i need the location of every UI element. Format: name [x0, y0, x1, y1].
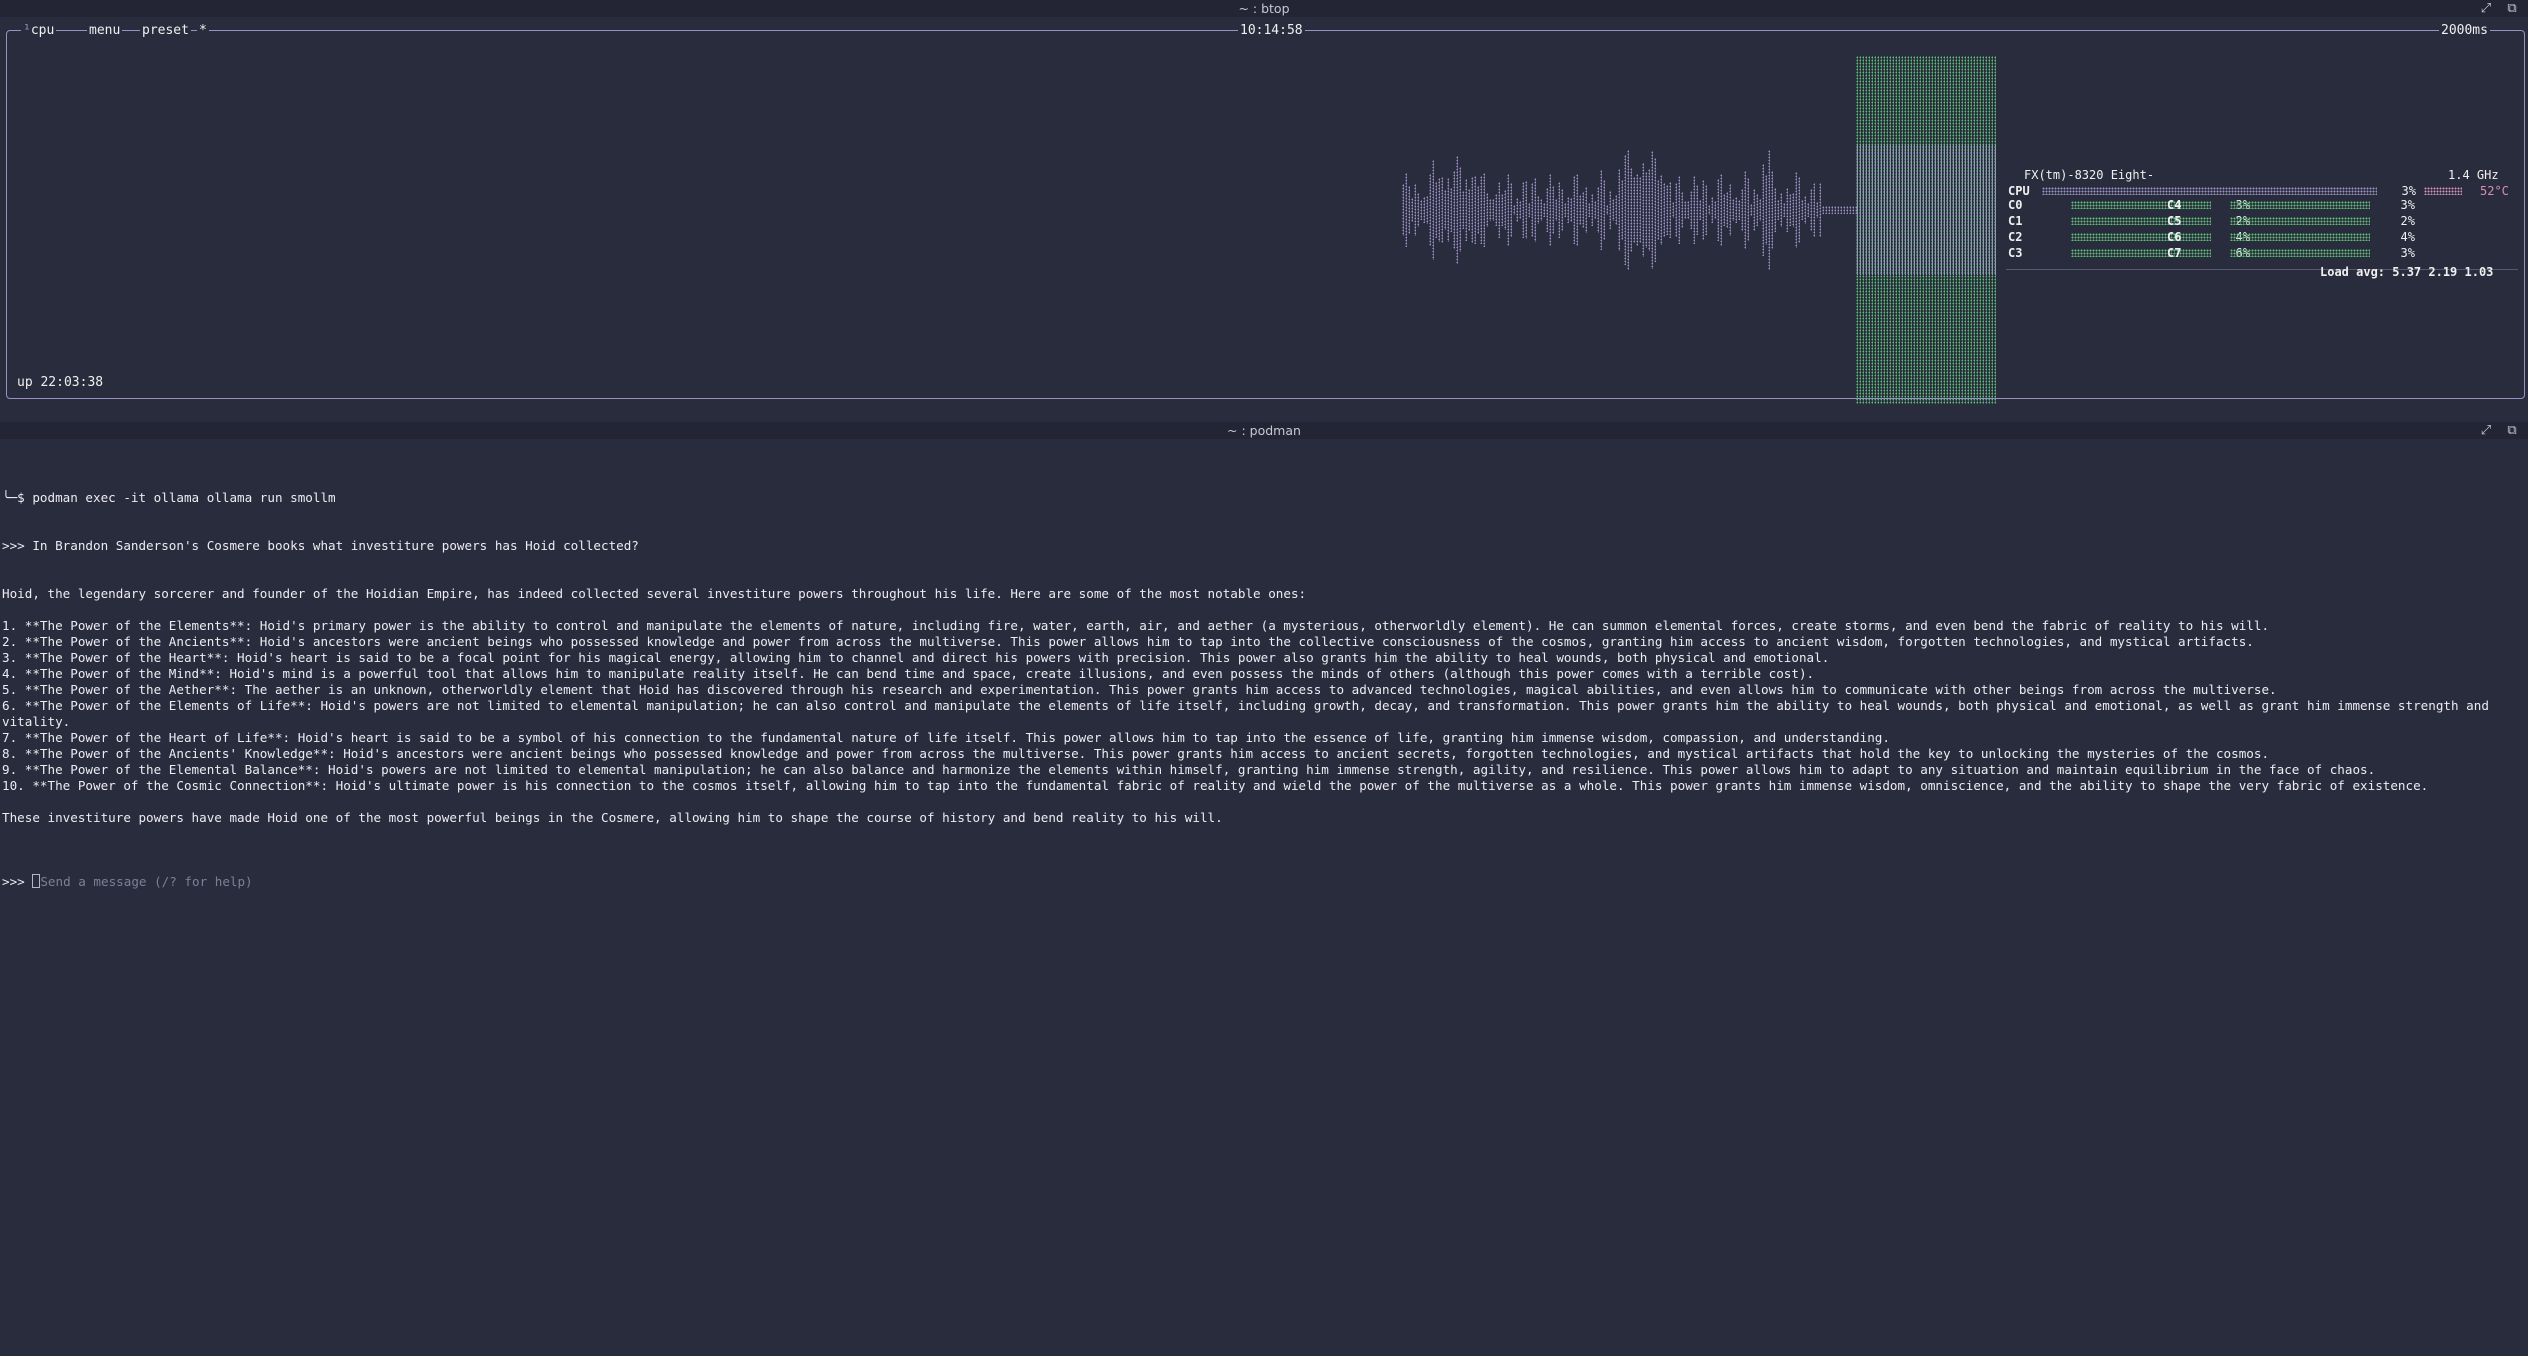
cpu-total-label: CPU [2008, 184, 2030, 198]
temp-meter [2424, 187, 2462, 195]
response-line [2, 602, 2522, 618]
core-meter [2230, 217, 2370, 225]
new-tab-icon[interactable]: ⧉ [2504, 0, 2520, 17]
core-label: C3 [2008, 246, 2023, 260]
cpu-info-panel: FX(tm)-8320 Eight- 1.4 GHz CPU 3% 52°C C… [2006, 152, 2518, 279]
response-line: 7. **The Power of the Heart of Life**: H… [2, 730, 1890, 745]
core-meter [2071, 249, 2211, 257]
core-label: C2 [2008, 230, 2023, 244]
response-line: Hoid, the legendary sorcerer and founder… [2, 586, 1307, 601]
terminal-output[interactable]: ╰─$ podman exec -it ollama ollama run sm… [2, 458, 2522, 922]
core-label: C1 [2008, 214, 2023, 228]
maximize-icon[interactable]: ⤢ [2478, 422, 2494, 439]
response-line [2, 794, 2522, 810]
preset-star: * [197, 23, 209, 38]
response-line: 4. **The Power of the Mind**: Hoid's min… [2, 666, 1815, 681]
btop-window-title: ~ : btop [1238, 1, 1290, 16]
uptime: up 22:03:38 [17, 375, 104, 390]
podman-pane[interactable]: ╰─$ podman exec -it ollama ollama run sm… [0, 441, 2528, 1356]
response-line: These investiture powers have made Hoid … [2, 810, 1223, 825]
btop-pane: ¹cpu menu preset * 10:14:58 2000ms up 22… [0, 17, 2528, 418]
cpu-total-meter [2042, 187, 2377, 195]
response-line: 8. **The Power of the Ancients' Knowledg… [2, 746, 2270, 761]
input-line[interactable]: >>> Send a message (/? for help) [2, 874, 2522, 890]
core-meter [2071, 233, 2211, 241]
core-meter [2230, 233, 2370, 241]
response-line: 1. **The Power of the Elements**: Hoid's… [2, 618, 2270, 633]
core-percent: 3% [2400, 246, 2415, 260]
podman-window-title: ~ : podman [1227, 423, 1301, 438]
cpu-temp: 52°C [2480, 184, 2509, 198]
core-percent: 4% [2400, 230, 2415, 244]
load-average: Load avg: 5.37 2.19 1.03 [2320, 265, 2494, 279]
cpu-frequency: 1.4 GHz [2448, 168, 2499, 182]
core-label: C0 [2008, 198, 2023, 212]
clock: 10:14:58 [1238, 23, 1305, 38]
core-meter [2230, 249, 2370, 257]
prompt-corner-icon: ╰─ [2, 490, 18, 505]
podman-titlebar: ~ : podman ⤢ ⧉ [0, 422, 2528, 439]
cpu-tab[interactable]: ¹cpu [21, 24, 57, 37]
model-response: Hoid, the legendary sorcerer and founder… [2, 586, 2522, 826]
response-line: 5. **The Power of the Aether**: The aeth… [2, 682, 2277, 697]
message-input[interactable]: Send a message (/? for help) [40, 874, 252, 889]
command-line: ╰─$ podman exec -it ollama ollama run sm… [2, 490, 336, 505]
core-label: C6 [2167, 230, 2182, 244]
core-percent: 2% [2400, 214, 2415, 228]
maximize-icon[interactable]: ⤢ [2478, 0, 2494, 17]
btop-titlebar: ~ : btop ⤢ ⧉ [0, 0, 2528, 17]
core-meter [2230, 201, 2370, 209]
response-line: 10. **The Power of the Cosmic Connection… [2, 778, 2429, 793]
response-line: 2. **The Power of the Ancients**: Hoid's… [2, 634, 2254, 649]
preset-tab[interactable]: preset [140, 24, 191, 37]
response-line: 6. **The Power of the Elements of Life**… [2, 698, 2497, 729]
cpu-total-percent: 3% [2401, 184, 2416, 198]
update-interval[interactable]: 2000ms [2439, 24, 2490, 37]
core-label: C4 [2167, 198, 2182, 212]
core-meter [2071, 201, 2211, 209]
core-label: C7 [2167, 246, 2182, 260]
user-question: >>> In Brandon Sanderson's Cosmere books… [2, 538, 639, 553]
core-percent: 3% [2400, 198, 2415, 212]
core-label: C5 [2167, 214, 2182, 228]
response-line: 3. **The Power of the Heart**: Hoid's he… [2, 650, 1830, 665]
response-line: 9. **The Power of the Elemental Balance*… [2, 762, 2376, 777]
new-tab-icon[interactable]: ⧉ [2504, 422, 2520, 439]
menu-tab[interactable]: menu [87, 24, 123, 37]
cpu-model: FX(tm)-8320 Eight- [2024, 168, 2155, 182]
core-meter [2071, 217, 2211, 225]
